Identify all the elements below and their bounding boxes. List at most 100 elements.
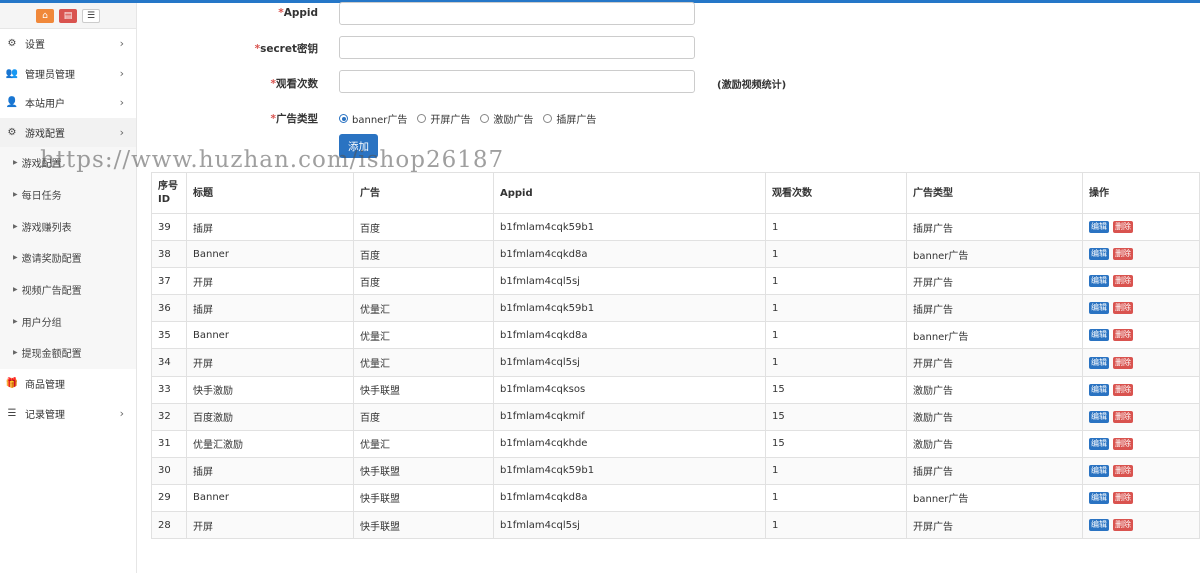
cell-appid: b1fmlam4cql5sj	[493, 348, 766, 377]
cell-views: 15	[765, 375, 907, 404]
edit-button[interactable]: 编辑	[1089, 491, 1109, 504]
delete-button[interactable]: 删除	[1113, 437, 1133, 450]
cell-views: 15	[765, 402, 907, 431]
edit-button[interactable]: 编辑	[1089, 464, 1109, 477]
cell-views: 1	[765, 212, 907, 242]
ad-type-option[interactable]: 开屏广告	[417, 111, 470, 126]
chevron-right-icon: ›	[119, 37, 124, 51]
row-actions: 编辑 删除	[1089, 410, 1193, 423]
caret-right-icon: ▶	[13, 159, 18, 167]
submenu-item-label: 提现金额配置	[21, 349, 82, 361]
edit-button[interactable]: 编辑	[1089, 302, 1109, 315]
cell-ops: 编辑 删除	[1082, 375, 1200, 404]
submenu-item[interactable]: ▶ 用户分组	[0, 305, 136, 338]
delete-button[interactable]: 删除	[1113, 410, 1133, 423]
header-ops: 操作	[1082, 172, 1200, 214]
cell-id: 39	[151, 212, 187, 242]
table-row: 28 开屏 快手联盟 b1fmlam4cql5sj 1 开屏广告 编辑 删除	[151, 511, 1200, 540]
sidebar-item-users[interactable]: 👥 管理员管理 ›	[0, 59, 136, 89]
submenu-item[interactable]: ▶ 提现金额配置	[0, 337, 136, 369]
submenu-item[interactable]: ▶ 游戏赚列表	[0, 210, 136, 243]
cell-ops: 编辑 删除	[1082, 402, 1200, 431]
cell-ad: 优量汇	[353, 348, 494, 377]
edit-button[interactable]: 编辑	[1089, 248, 1109, 261]
radio-button[interactable]	[543, 114, 553, 123]
ad-type-option[interactable]: banner广告	[339, 111, 407, 126]
edit-button[interactable]: 编辑	[1089, 410, 1109, 423]
delete-button[interactable]: 删除	[1113, 383, 1133, 396]
cell-ad: 快手联盟	[353, 456, 494, 485]
cell-id: 32	[151, 402, 187, 431]
cell-ad: 百度	[353, 240, 494, 269]
list-icon: ☰	[7, 407, 17, 419]
cell-ad: 快手联盟	[353, 483, 494, 513]
watermark-text: https://www.huzhan.com/ishop26187	[40, 147, 505, 173]
sidebar-item-list[interactable]: ☰ 记录管理 ›	[0, 398, 136, 428]
radio-button[interactable]	[480, 114, 490, 123]
edit-button[interactable]: 编辑	[1089, 275, 1109, 288]
ad-type-option[interactable]: 插屏广告	[543, 111, 596, 126]
submenu-item[interactable]: ▶ 邀请奖励配置	[0, 242, 136, 274]
edit-button[interactable]: 编辑	[1089, 383, 1109, 396]
cell-appid: b1fmlam4cqkhde	[493, 429, 766, 458]
sidebar-item-gear[interactable]: ⚙ 设置 ›	[0, 29, 136, 59]
cell-type: 开屏广告	[906, 348, 1083, 377]
table-header-row: 序号 ID 标题 广告 Appid 观看次数 广告类型 操作	[151, 172, 1200, 214]
edit-button[interactable]: 编辑	[1089, 437, 1109, 450]
edit-button[interactable]: 编辑	[1089, 221, 1109, 234]
table-row: 33 快手激励 快手联盟 b1fmlam4cqksos 15 激励广告 编辑 删除	[151, 375, 1200, 404]
delete-button[interactable]: 删除	[1113, 491, 1133, 504]
ad-type-label: *广告类型	[270, 113, 319, 125]
ad-config-table: 序号 ID 标题 广告 Appid 观看次数 广告类型 操作 39 插屏 百度 b1f…	[151, 172, 1200, 540]
gear-icon: ⚙	[7, 38, 17, 50]
list-icon[interactable]: ☰	[82, 8, 100, 23]
cell-ad: 快手联盟	[353, 511, 494, 540]
secret-input[interactable]	[339, 36, 695, 59]
cell-title: 优量汇激励	[186, 429, 354, 458]
delete-button[interactable]: 删除	[1113, 221, 1133, 234]
radio-button[interactable]	[339, 114, 348, 123]
delete-button[interactable]: 删除	[1113, 356, 1133, 369]
ad-type-option[interactable]: 激励广告	[480, 111, 533, 126]
row-actions: 编辑 删除	[1089, 248, 1193, 261]
ad-type-option-label: 开屏广告	[430, 115, 471, 126]
sidebar-item-gear[interactable]: ⚙ 游戏配置 ›	[0, 117, 136, 147]
radio-button[interactable]	[417, 114, 427, 123]
cell-ops: 编辑 删除	[1082, 321, 1200, 350]
cell-id: 35	[151, 321, 187, 350]
sidebar-item-user[interactable]: 👤 本站用户 ›	[0, 88, 136, 118]
submenu-item-label: 游戏赚列表	[21, 222, 72, 234]
cell-ops: 编辑 删除	[1082, 294, 1200, 323]
row-actions: 编辑 删除	[1089, 302, 1193, 315]
cell-type: 插屏广告	[906, 294, 1083, 323]
table-row: 34 开屏 优量汇 b1fmlam4cql5sj 1 开屏广告 编辑 删除	[151, 348, 1200, 377]
edit-button[interactable]: 编辑	[1089, 519, 1109, 532]
cell-ad: 快手联盟	[353, 375, 494, 404]
delete-button[interactable]: 删除	[1113, 329, 1133, 342]
delete-button[interactable]: 删除	[1113, 464, 1133, 477]
submenu-item[interactable]: ▶ 每日任务	[0, 178, 136, 211]
delete-button[interactable]: 删除	[1113, 519, 1133, 532]
sidebar-item-gift[interactable]: 🎁 商品管理	[0, 369, 136, 399]
cell-ops: 编辑 删除	[1082, 348, 1200, 377]
cell-type: 插屏广告	[906, 212, 1083, 242]
ad-type-option-label: 激励广告	[493, 115, 534, 126]
delete-button[interactable]: 删除	[1113, 248, 1133, 261]
edit-button[interactable]: 编辑	[1089, 356, 1109, 369]
cell-title: 开屏	[186, 511, 354, 540]
delete-button[interactable]: 删除	[1113, 275, 1133, 288]
home-icon[interactable]: ⌂	[36, 8, 54, 23]
edit-button[interactable]: 编辑	[1089, 329, 1109, 342]
cell-id: 38	[151, 240, 187, 269]
views-input[interactable]	[339, 70, 695, 93]
appid-input[interactable]	[339, 2, 695, 25]
submenu-item[interactable]: ▶ 视频广告配置	[0, 273, 136, 306]
sidebar-item-label: 记录管理	[25, 409, 65, 421]
cell-appid: b1fmlam4cqkd8a	[493, 483, 766, 513]
delete-button[interactable]: 删除	[1113, 302, 1133, 315]
cell-title: 百度激励	[186, 402, 354, 431]
ad-type-option-label: banner广告	[352, 115, 408, 126]
trash-icon[interactable]: ▤	[59, 8, 77, 23]
cell-appid: b1fmlam4cqksos	[493, 375, 766, 404]
cell-appid: b1fmlam4cqkd8a	[493, 321, 766, 350]
